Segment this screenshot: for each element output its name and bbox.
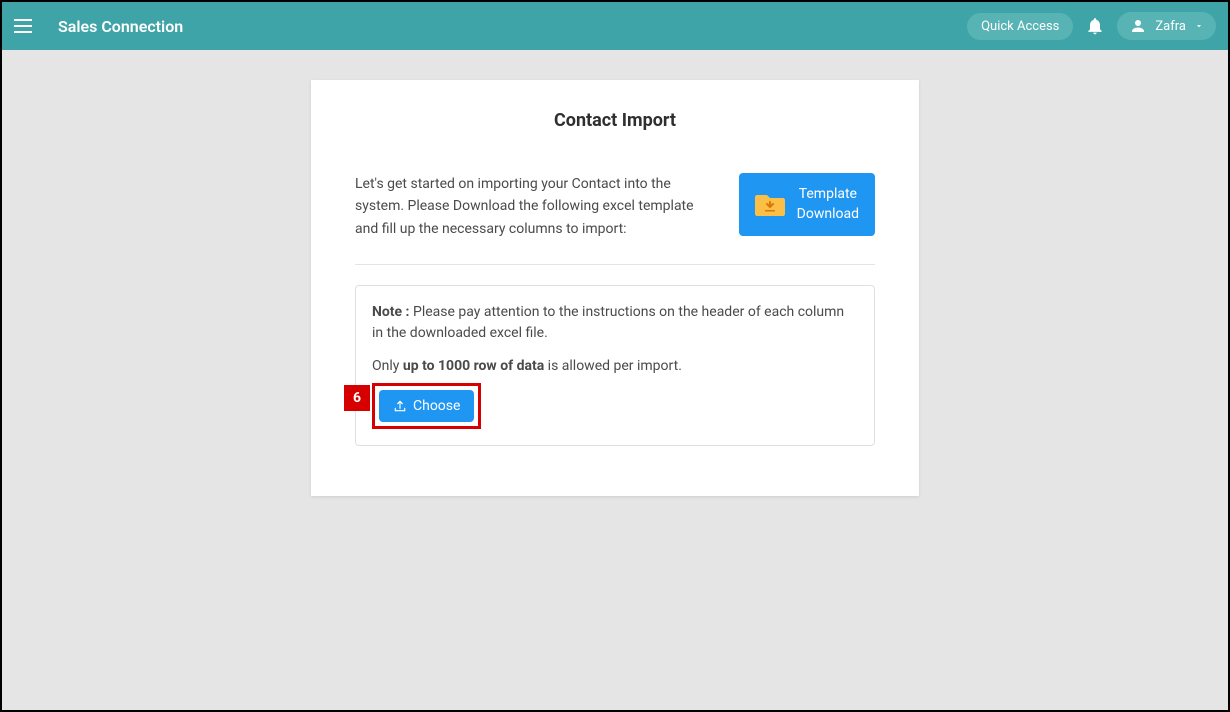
card-title: Contact Import xyxy=(355,110,875,131)
upload-icon xyxy=(393,399,407,413)
hamburger-menu-icon[interactable] xyxy=(14,14,38,38)
header-left: Sales Connection xyxy=(14,14,183,38)
note-text: Please pay attention to the instructions… xyxy=(372,304,844,341)
app-header: Sales Connection Quick Access Zafra xyxy=(2,2,1228,50)
folder-download-icon xyxy=(755,192,785,218)
template-download-button[interactable]: Template Download xyxy=(739,173,875,236)
intro-text: Let's get started on importing your Cont… xyxy=(355,173,715,240)
intro-section: Let's get started on importing your Cont… xyxy=(355,173,875,265)
notifications-icon[interactable] xyxy=(1085,16,1105,36)
choose-row: 6 Choose xyxy=(372,383,858,429)
note-label: Note : xyxy=(372,304,410,320)
choose-highlight-frame: Choose xyxy=(372,383,481,429)
only-suffix: is allowed per import. xyxy=(544,358,682,374)
template-button-text: Template Download xyxy=(797,185,859,224)
chevron-down-icon xyxy=(1194,21,1204,31)
only-prefix: Only xyxy=(372,358,403,374)
header-right: Quick Access Zafra xyxy=(967,12,1216,40)
import-card: Contact Import Let's get started on impo… xyxy=(311,80,919,496)
note-box: Note : Please pay attention to the instr… xyxy=(355,285,875,446)
user-avatar-icon xyxy=(1129,17,1147,35)
step-callout-badge: 6 xyxy=(344,385,370,411)
row-limit-bold: up to 1000 row of data xyxy=(403,358,544,374)
quick-access-button[interactable]: Quick Access xyxy=(967,13,1073,40)
user-name-label: Zafra xyxy=(1155,19,1186,34)
main-content: Contact Import Let's get started on impo… xyxy=(2,50,1228,496)
app-title: Sales Connection xyxy=(58,17,183,36)
choose-file-button[interactable]: Choose xyxy=(379,390,474,422)
user-menu[interactable]: Zafra xyxy=(1117,12,1216,40)
